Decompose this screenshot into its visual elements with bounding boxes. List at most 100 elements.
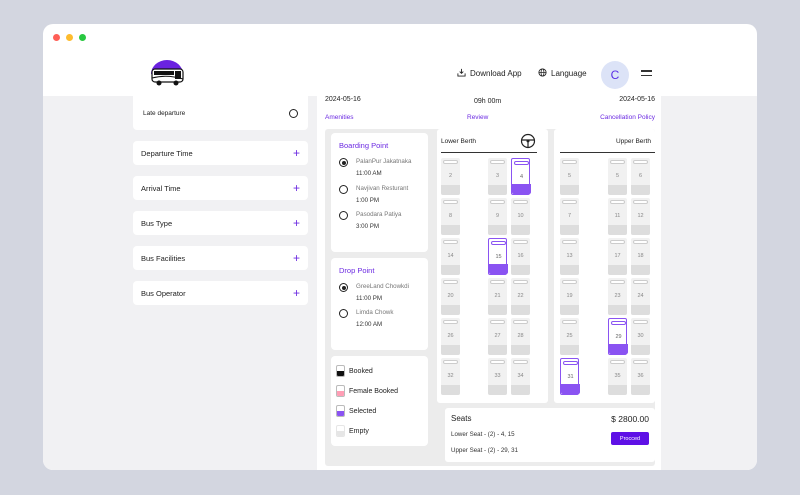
seat-17[interactable]: 17 [608, 238, 627, 275]
top-header: Download App Language C [43, 50, 757, 96]
filter-label: Arrival Time [141, 183, 181, 193]
window-controls [53, 34, 86, 41]
seat-20[interactable]: 20 [441, 278, 460, 315]
seat-13[interactable]: 13 [560, 238, 579, 275]
stop-name: Navjivan Resturant [356, 185, 409, 192]
filter-bus-type[interactable]: Bus Type + [133, 211, 308, 235]
seat-4[interactable]: 4 [511, 158, 531, 195]
late-departure-option[interactable]: Late departure [133, 96, 308, 130]
legend-booked: Booked [336, 365, 373, 377]
plus-icon[interactable]: + [293, 286, 300, 300]
download-icon [457, 68, 466, 79]
seat-25[interactable]: 25 [560, 318, 579, 355]
arrival-date: 2024-05-16 [619, 96, 655, 103]
seat-5[interactable]: 5 [608, 158, 627, 195]
filter-arrival-time[interactable]: Arrival Time + [133, 176, 308, 200]
seat-30[interactable]: 30 [631, 318, 650, 355]
plus-icon[interactable]: + [293, 216, 300, 230]
seat-35[interactable]: 35 [608, 358, 627, 395]
filter-departure-time[interactable]: Departure Time + [133, 141, 308, 165]
seat-9[interactable]: 9 [488, 198, 507, 235]
drop-radio[interactable] [339, 283, 348, 292]
cancellation-policy-link[interactable]: Cancellation Policy [600, 114, 655, 121]
seat-8[interactable]: 8 [441, 198, 460, 235]
plus-icon[interactable]: + [293, 251, 300, 265]
seats-title: Seats [451, 414, 472, 423]
language-selector[interactable]: Language [538, 68, 587, 79]
seat-12[interactable]: 12 [631, 198, 650, 235]
seat-26[interactable]: 26 [441, 318, 460, 355]
seat-11[interactable]: 11 [608, 198, 627, 235]
boarding-radio[interactable] [339, 158, 348, 167]
seat-10[interactable]: 10 [511, 198, 530, 235]
bus-detail-panel: 2024-05-16 09h 00m 2024-05-16 Amenities … [317, 96, 661, 470]
avatar[interactable]: C [601, 61, 629, 89]
plus-icon[interactable]: + [293, 181, 300, 195]
total-price: $ 2800.00 [611, 414, 649, 424]
boarding-stop-option[interactable]: Navjivan Resturant 1:00 PM [339, 185, 408, 204]
drop-point-title: Drop Point [339, 266, 375, 275]
departure-date: 2024-05-16 [325, 96, 361, 103]
hamburger-menu-icon[interactable] [641, 70, 652, 78]
seat-18[interactable]: 18 [631, 238, 650, 275]
filter-bus-operator[interactable]: Bus Operator + [133, 281, 308, 305]
filter-label: Departure Time [141, 148, 193, 158]
amenities-link[interactable]: Amenities [325, 114, 354, 121]
late-departure-radio[interactable] [289, 108, 298, 118]
seat-19[interactable]: 19 [560, 278, 579, 315]
stop-time: 11:00 PM [356, 295, 383, 302]
stop-time: 11:00 AM [356, 170, 382, 177]
seat-31[interactable]: 31 [560, 358, 580, 395]
seat-24[interactable]: 24 [631, 278, 650, 315]
download-app-link[interactable]: Download App [457, 68, 522, 79]
filter-bus-facilities[interactable]: Bus Facilities + [133, 246, 308, 270]
filter-label: Bus Facilities [141, 253, 186, 263]
seat-16[interactable]: 16 [511, 238, 530, 275]
bus-logo-icon[interactable] [147, 56, 187, 88]
booking-summary: Seats $ 2800.00 Lower Seat - (2) - 4, 15… [445, 408, 655, 462]
boarding-stop-option[interactable]: Pasodara Patiya 3:00 PM [339, 211, 401, 230]
seat-5[interactable]: 5 [560, 158, 579, 195]
seat-23[interactable]: 23 [608, 278, 627, 315]
drop-radio[interactable] [339, 309, 348, 318]
seat-28[interactable]: 28 [511, 318, 530, 355]
seat-2[interactable]: 2 [441, 158, 460, 195]
seat-15[interactable]: 15 [488, 238, 508, 275]
close-dot[interactable] [53, 34, 60, 41]
legend-female-booked: Female Booked [336, 385, 398, 397]
seat-36[interactable]: 36 [631, 358, 650, 395]
seat-33[interactable]: 33 [488, 358, 507, 395]
stop-time: 1:00 PM [356, 197, 380, 204]
seat-21[interactable]: 21 [488, 278, 507, 315]
seat-34[interactable]: 34 [511, 358, 530, 395]
maximize-dot[interactable] [79, 34, 86, 41]
boarding-stop-option[interactable]: PalanPur Jakatnaka 11:00 AM [339, 158, 411, 177]
late-departure-label: Late departure [143, 109, 186, 117]
boarding-point-title: Boarding Point [339, 141, 389, 150]
lower-berth-title: Lower Berth [441, 138, 477, 145]
seat-3[interactable]: 3 [488, 158, 507, 195]
seat-6[interactable]: 6 [631, 158, 650, 195]
plus-icon[interactable]: + [293, 146, 300, 160]
review-link[interactable]: Review [467, 114, 488, 121]
stop-name: PalanPur Jakatnaka [356, 158, 412, 165]
upper-seat-summary: Upper Seat - (2) - 29, 31 [451, 447, 519, 454]
seat-22[interactable]: 22 [511, 278, 530, 315]
seat-29[interactable]: 29 [608, 318, 628, 355]
seat-selection-area: Boarding Point PalanPur Jakatnaka 11:00 A… [325, 129, 655, 466]
stop-time: 3:00 PM [356, 223, 380, 230]
seat-32[interactable]: 32 [441, 358, 460, 395]
app-window: Download App Language C Late departure D… [43, 24, 757, 470]
drop-stop-option[interactable]: GreeLand Chowkdi 11:00 PM [339, 283, 409, 302]
filter-label: Bus Type [141, 218, 173, 228]
drop-stop-option[interactable]: Limda Chowk 12:00 AM [339, 309, 394, 328]
main-content: Late departure Departure Time + Arrival T… [43, 96, 757, 470]
seat-27[interactable]: 27 [488, 318, 507, 355]
seat-14[interactable]: 14 [441, 238, 460, 275]
trip-duration: 09h 00m [474, 98, 502, 105]
boarding-radio[interactable] [339, 185, 348, 194]
minimize-dot[interactable] [66, 34, 73, 41]
boarding-radio[interactable] [339, 211, 348, 220]
seat-7[interactable]: 7 [560, 198, 579, 235]
proceed-button[interactable]: Procced [611, 432, 649, 445]
